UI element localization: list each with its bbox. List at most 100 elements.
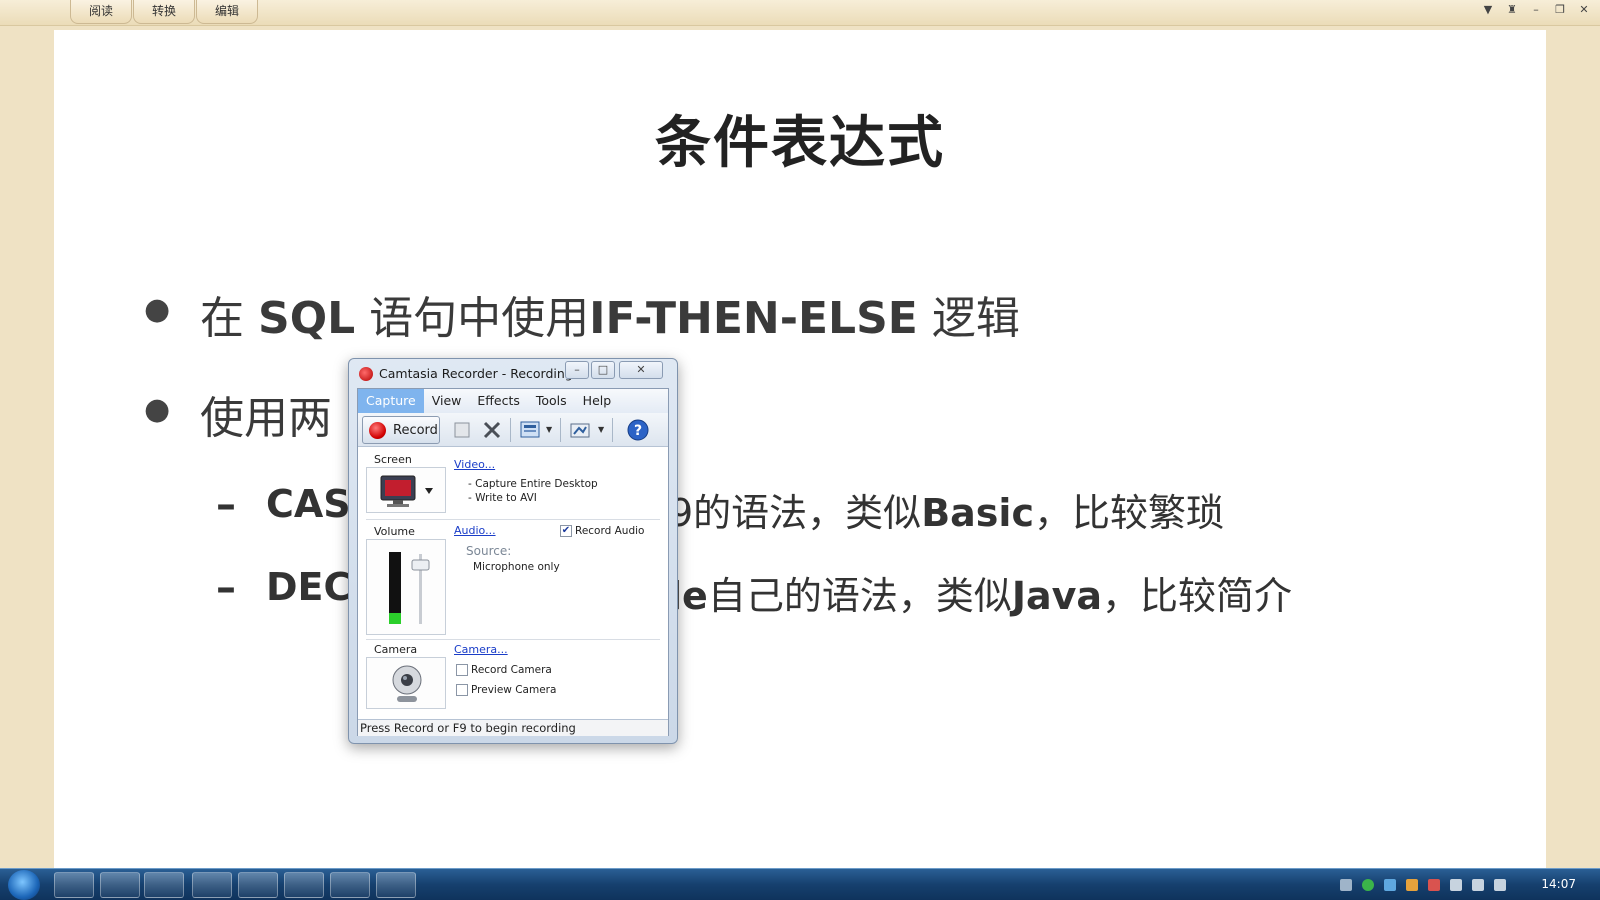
bullet-dot-icon: ● — [144, 292, 171, 327]
recorder-toolbar: Record ▼ ▼ ? — [358, 413, 668, 447]
chevron-down-icon[interactable]: ▼ — [546, 425, 552, 434]
webcam-icon — [392, 665, 422, 702]
volume-slider-handle[interactable] — [411, 559, 430, 571]
svg-text:?: ? — [634, 423, 642, 439]
keyboard-icon[interactable] — [1340, 879, 1352, 891]
record-audio-checkbox[interactable]: ✔ — [560, 525, 572, 537]
record-camera-label: Record Camera — [471, 664, 552, 676]
record-icon — [369, 422, 386, 439]
window-controls: ▼ ♜ – ❐ ✕ — [1482, 3, 1590, 17]
network-app-icon[interactable] — [1384, 879, 1396, 891]
monitor-icon — [380, 475, 433, 507]
record-audio-label: Record Audio — [575, 525, 645, 537]
sub-bullet-1-right: 9的语法，类似Basic，比较繁琐 — [669, 482, 1224, 537]
tab-edit[interactable]: 编辑 — [196, 0, 258, 24]
camtasia-recorder-window: Camtasia Recorder - Recording – □ ✕ Capt… — [348, 358, 678, 744]
delete-icon[interactable] — [480, 418, 504, 442]
record-button[interactable]: Record — [362, 416, 440, 444]
tab-convert[interactable]: 转换 — [133, 0, 195, 24]
dialog-body: Capture View Effects Tools Help Record ▼ — [357, 388, 669, 736]
bullet-1-text-c: 语句中使用 — [355, 293, 590, 344]
status-bar: Press Record or F9 to begin recording — [358, 719, 668, 736]
dropdown-icon[interactable]: ▼ — [1482, 3, 1494, 17]
tab-read[interactable]: 阅读 — [70, 0, 132, 24]
taskbar-app-icon[interactable] — [144, 872, 184, 898]
sub-1-text-a: CAS — [266, 482, 351, 526]
sub-bullet-2-left: DEC — [266, 565, 351, 609]
system-tray: 14:07 — [1300, 869, 1600, 900]
taskbar-document-icon[interactable] — [284, 872, 324, 898]
taskbar-explorer-icon[interactable] — [192, 872, 232, 898]
sub-2-text-a: DEC — [266, 565, 352, 609]
chevron-down-icon[interactable]: ▼ — [598, 425, 604, 434]
security-icon[interactable] — [1362, 879, 1374, 891]
record-camera-checkbox[interactable] — [456, 664, 468, 676]
sub-1-text-b: 9的语法，类似 — [669, 491, 922, 535]
dialog-title: Camtasia Recorder - Recording — [379, 366, 573, 381]
menu-tools[interactable]: Tools — [528, 389, 575, 413]
top-tab-strip: 阅读 转换 编辑 ▼ ♜ – ❐ ✕ — [0, 0, 1600, 26]
sub-2-text-e: ，比较简介 — [1102, 574, 1293, 618]
close-icon[interactable]: ✕ — [1578, 3, 1590, 17]
taskbar-terminal-icon[interactable] — [238, 872, 278, 898]
camera-settings-link[interactable]: Camera... — [454, 643, 508, 656]
slide-page: 条件表达式 ● 在 SQL 语句中使用IF-THEN-ELSE 逻辑 ● 使用两… — [54, 30, 1546, 868]
screen-label: Screen — [374, 453, 412, 466]
camtasia-app-icon — [359, 367, 373, 381]
bullet-1-text-e: 逻辑 — [917, 293, 1020, 344]
capture-mode-text: - Capture Entire Desktop — [468, 478, 598, 490]
taskbar-clock: 14:07 — [1541, 877, 1576, 891]
menu-view[interactable]: View — [424, 389, 470, 413]
close-button[interactable]: ✕ — [619, 361, 663, 379]
preview-camera-label: Preview Camera — [471, 684, 557, 696]
quick-launch-icon[interactable] — [54, 872, 94, 898]
slide-title: 条件表达式 — [655, 110, 945, 176]
stop-icon[interactable] — [450, 418, 474, 442]
taskbar-reader-icon[interactable] — [330, 872, 370, 898]
output-format-text: - Write to AVI — [468, 492, 537, 504]
bullet-1-text-d: IF-THEN-ELSE — [589, 293, 918, 344]
taskbar-browser-icon[interactable] — [100, 872, 140, 898]
sub-2-text-d: Java — [1011, 574, 1103, 618]
bullet-1-text-a: 在 — [200, 293, 258, 344]
volume-level-fill — [389, 613, 401, 624]
menu-capture[interactable]: Capture — [358, 389, 424, 413]
record-button-label: Record — [393, 423, 438, 438]
preview-camera-checkbox[interactable] — [456, 684, 468, 696]
source-label: Source: — [466, 544, 512, 558]
menu-help[interactable]: Help — [575, 389, 620, 413]
minimize-icon[interactable]: – — [1530, 3, 1542, 17]
maximize-button[interactable]: □ — [591, 361, 615, 379]
dash-1: – — [216, 482, 236, 528]
taskbar-recorder-icon[interactable] — [376, 872, 416, 898]
camera-icon-box — [366, 657, 446, 709]
source-value: Microphone only — [473, 561, 560, 573]
help-icon[interactable]: ? — [626, 418, 650, 442]
bullet-1-text-b: SQL — [258, 293, 356, 344]
bullet-2: 使用两 — [200, 393, 332, 444]
volume-meter-box — [366, 539, 446, 635]
shirt-icon[interactable]: ♜ — [1506, 3, 1518, 17]
sub-1-text-c: Basic — [921, 491, 1034, 535]
bullet-dot-icon: ● — [144, 392, 171, 427]
video-settings-link[interactable]: Video... — [454, 458, 495, 471]
view-tabs: 阅读 转换 编辑 — [70, 0, 259, 24]
dialog-titlebar[interactable]: Camtasia Recorder - Recording – □ ✕ — [349, 359, 677, 387]
signal-icon[interactable] — [1472, 879, 1484, 891]
restore-icon[interactable]: ❐ — [1554, 3, 1566, 17]
capture-region-icon[interactable] — [518, 418, 542, 442]
sub-2-text-c: 自己的语法，类似 — [707, 574, 1012, 618]
dash-2: – — [216, 565, 236, 611]
menu-effects[interactable]: Effects — [469, 389, 528, 413]
tray-app-icon[interactable] — [1406, 879, 1418, 891]
menu-bar: Capture View Effects Tools Help — [358, 389, 668, 413]
display-icon[interactable] — [1450, 879, 1462, 891]
speaker-icon[interactable] — [1494, 879, 1506, 891]
audio-settings-link[interactable]: Audio... — [454, 524, 496, 537]
tray-alert-icon[interactable] — [1428, 879, 1440, 891]
start-button[interactable] — [8, 870, 40, 900]
screen-selector[interactable] — [366, 467, 446, 513]
minimize-button[interactable]: – — [565, 361, 589, 379]
effects-icon[interactable] — [568, 418, 592, 442]
sub-bullet-1-left: CAS — [266, 482, 351, 526]
